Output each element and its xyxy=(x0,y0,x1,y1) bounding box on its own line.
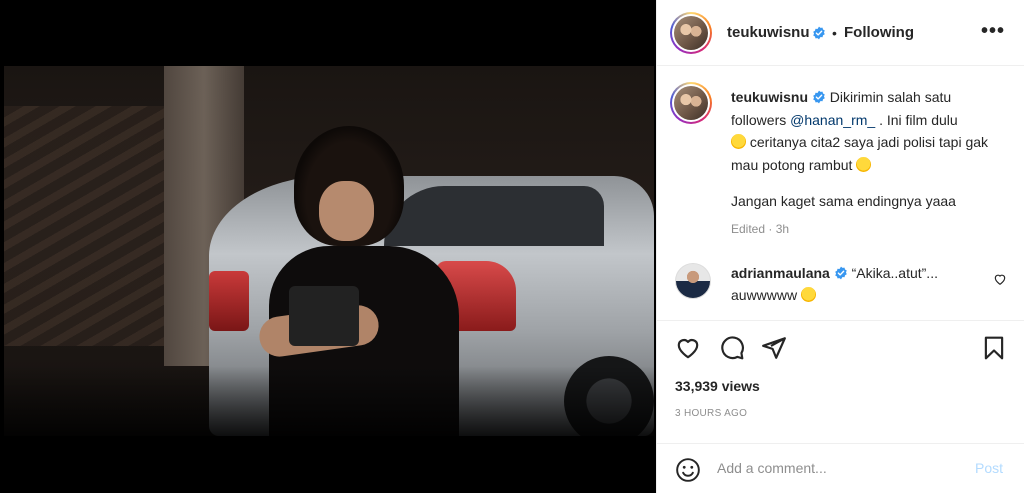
comment-composer: Add a comment... Post xyxy=(657,443,1024,493)
views-count[interactable]: 33,939 views xyxy=(675,378,760,394)
comment-username[interactable]: adrianmaulana xyxy=(731,265,830,281)
author-username[interactable]: teukuwisnu xyxy=(727,24,810,41)
scene-stairs xyxy=(4,106,164,346)
post-comment-button[interactable]: Post xyxy=(975,460,1003,476)
separator-dot: • xyxy=(832,25,837,41)
verified-badge-icon xyxy=(834,266,847,280)
comment-icon[interactable] xyxy=(719,335,745,361)
grin-sweat-emoji-icon xyxy=(856,156,872,172)
person-gun xyxy=(289,286,359,346)
edited-timestamp[interactable]: Edited · 3h xyxy=(731,222,789,236)
laughing-emoji-icon xyxy=(801,287,817,302)
laughing-emoji-icon xyxy=(731,134,746,149)
post-actions-section: 33,939 views 3 HOURS AGO Add a comment..… xyxy=(657,320,1024,493)
comment-input[interactable]: Add a comment... xyxy=(717,460,827,476)
caption-username[interactable]: teukuwisnu xyxy=(731,89,808,105)
smiley-icon[interactable] xyxy=(675,457,701,483)
verified-badge-icon xyxy=(813,90,825,104)
more-options-icon[interactable]: ••• xyxy=(979,21,1007,44)
send-icon[interactable] xyxy=(761,335,787,361)
verified-badge-icon xyxy=(813,26,825,40)
post-side-panel: teukuwisnu • Following ••• teukuwisnu Di… xyxy=(656,0,1024,493)
caption-author-avatar[interactable] xyxy=(670,82,712,124)
person-face xyxy=(319,181,374,241)
caption-mention-link[interactable]: @hanan_rm_ xyxy=(790,112,875,128)
caption-text-4: Jangan kaget sama endingnya yaaa xyxy=(731,193,956,209)
comment-like-heart-icon[interactable] xyxy=(993,272,1007,286)
post-time[interactable]: 3 HOURS AGO xyxy=(675,408,747,419)
comment-item: adrianmaulana “Akika..atut”... auwwwww xyxy=(731,262,971,306)
post-caption: teukuwisnu Dikirimin salah satu follower… xyxy=(731,86,1001,213)
heart-icon[interactable] xyxy=(675,335,701,361)
caption-text-2: . Ini film dulu xyxy=(875,111,958,128)
post-header: teukuwisnu • Following ••• xyxy=(657,0,1024,66)
video-frame[interactable] xyxy=(4,66,654,436)
scene-foreground xyxy=(4,366,654,436)
post-media[interactable] xyxy=(0,0,656,493)
bookmark-icon[interactable] xyxy=(981,335,1007,361)
commenter-avatar[interactable] xyxy=(675,263,711,299)
following-button[interactable]: Following xyxy=(844,24,914,41)
author-avatar[interactable] xyxy=(670,12,712,54)
